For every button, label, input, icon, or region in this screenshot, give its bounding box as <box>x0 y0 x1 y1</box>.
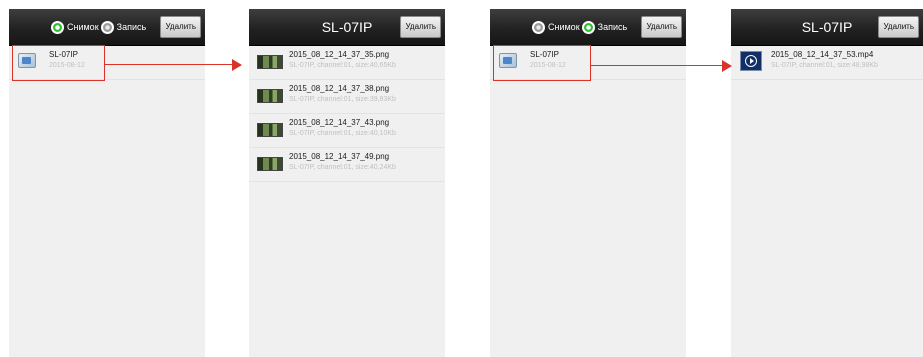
mode-radio-group: Снимок Запись <box>532 9 629 45</box>
radio-on-icon <box>581 20 595 34</box>
list-item-file[interactable]: 2015_08_12_14_37_53.mp4 SL-07IP, channel… <box>731 46 923 80</box>
radio-record[interactable]: Запись <box>581 20 628 34</box>
video-play-icon <box>740 51 762 71</box>
delete-button[interactable]: Удалить <box>400 16 441 38</box>
item-details: SL-07IP, channel:01, size:40,24Kb <box>289 164 396 171</box>
highlight-box <box>12 45 105 81</box>
item-filename: 2015_08_12_14_37_49.png <box>289 152 390 161</box>
screen-record-files: SL-07IP Удалить 2015_08_12_14_37_53.mp4 … <box>731 9 923 357</box>
screen-snapshot-files: SL-07IP Удалить 2015_08_12_14_37_35.png … <box>249 9 445 357</box>
arrow-right-icon <box>232 59 242 71</box>
thumbnail-icon <box>257 89 283 103</box>
delete-button[interactable]: Удалить <box>160 16 201 38</box>
item-filename: 2015_08_12_14_37_43.png <box>289 118 390 127</box>
item-filename: 2015_08_12_14_37_38.png <box>289 84 390 93</box>
highlight-box <box>493 45 591 81</box>
item-details: SL-07IP, channel:01, size:48,98Kb <box>771 62 878 69</box>
radio-off-icon <box>532 20 545 34</box>
arrow-line <box>591 65 723 66</box>
radio-record-label: Запись <box>597 22 628 32</box>
item-filename: 2015_08_12_14_37_35.png <box>289 50 390 59</box>
radio-snapshot[interactable]: Снимок <box>51 20 99 34</box>
item-filename: 2015_08_12_14_37_53.mp4 <box>771 50 874 59</box>
item-details: SL-07IP, channel:01, size:40,65Kb <box>289 62 396 69</box>
thumbnail-icon <box>257 55 283 69</box>
radio-record[interactable]: Запись <box>100 20 147 34</box>
list-item-file[interactable]: 2015_08_12_14_37_38.png SL-07IP, channel… <box>249 80 445 114</box>
radio-on-icon <box>51 20 64 34</box>
radio-snapshot[interactable]: Снимок <box>532 20 580 34</box>
mode-radio-group: Снимок Запись <box>51 9 148 45</box>
radio-snapshot-label: Снимок <box>548 22 580 32</box>
thumbnail-icon <box>257 123 283 137</box>
delete-button[interactable]: Удалить <box>641 16 682 38</box>
item-details: SL-07IP, channel:01, size:39,83Kb <box>289 96 396 103</box>
list-item-file[interactable]: 2015_08_12_14_37_49.png SL-07IP, channel… <box>249 148 445 182</box>
top-bar: Снимок Запись Удалить <box>490 9 686 46</box>
delete-button[interactable]: Удалить <box>878 16 919 38</box>
thumbnail-icon <box>257 157 283 171</box>
list-item-file[interactable]: 2015_08_12_14_37_43.png SL-07IP, channel… <box>249 114 445 148</box>
radio-snapshot-label: Снимок <box>67 22 99 32</box>
top-bar: SL-07IP Удалить <box>731 9 923 46</box>
radio-off-icon <box>100 20 114 34</box>
arrow-line <box>105 64 233 65</box>
item-details: SL-07IP, channel:01, size:40,10Kb <box>289 130 396 137</box>
radio-record-label: Запись <box>116 22 147 32</box>
top-bar: Снимок Запись Удалить <box>9 9 205 46</box>
arrow-right-icon <box>722 60 732 72</box>
list-item-file[interactable]: 2015_08_12_14_37_35.png SL-07IP, channel… <box>249 46 445 80</box>
top-bar: SL-07IP Удалить <box>249 9 445 46</box>
